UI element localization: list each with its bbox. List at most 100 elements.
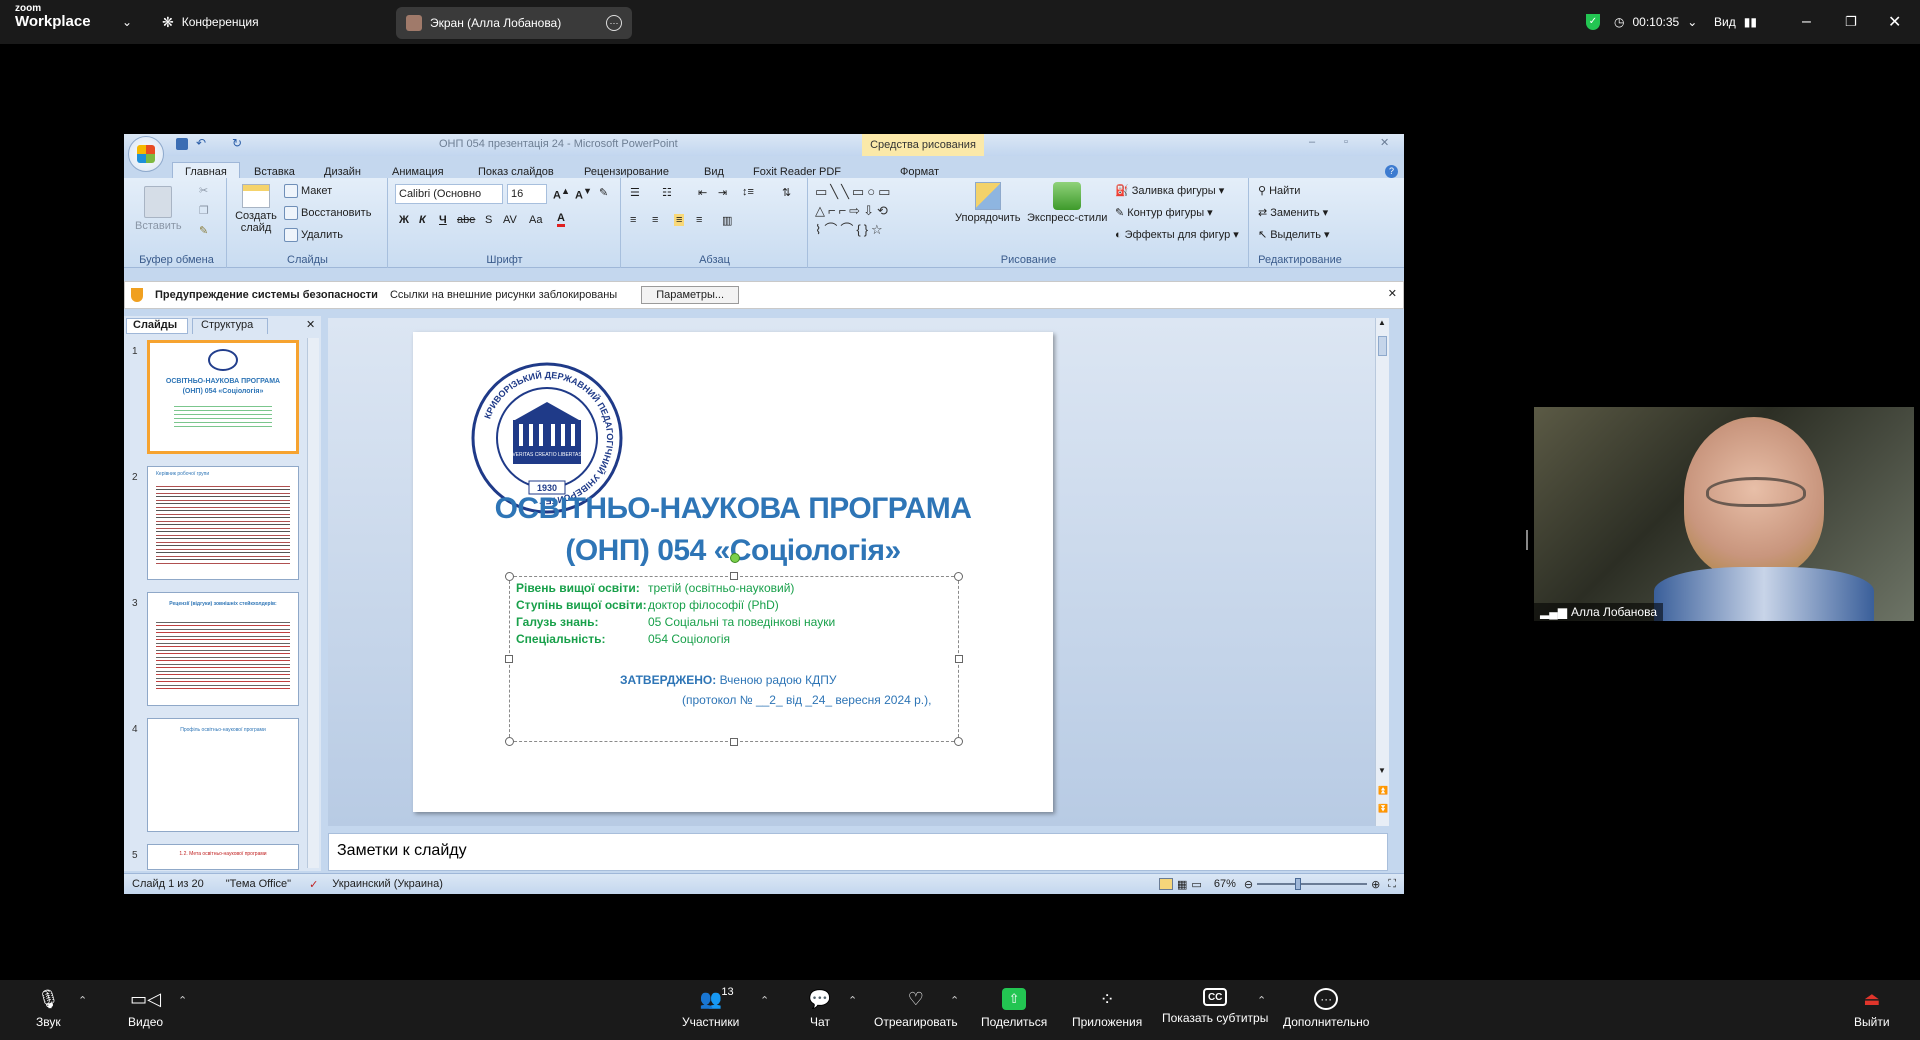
chevron-up-icon[interactable]: ⌃ [848, 994, 857, 1007]
sorter-view-icon[interactable]: ▦ [1177, 878, 1187, 891]
resize-handle[interactable] [954, 572, 963, 581]
view-button[interactable]: Вид ▮▮ [1714, 0, 1757, 44]
close-icon[interactable]: ✕ [1888, 0, 1901, 44]
italic-icon[interactable]: К [419, 214, 426, 226]
meeting-timer[interactable]: ◷ 00:10:35 ⌄ [1614, 0, 1697, 44]
share-button[interactable]: ⇧ Поделиться [981, 988, 1047, 1029]
maximize-icon[interactable]: ▫ [1344, 136, 1348, 148]
tab-slides[interactable]: Слайды [126, 318, 188, 334]
zoom-slider-thumb[interactable] [1295, 878, 1302, 890]
resize-grip[interactable] [1526, 530, 1528, 550]
resize-handle[interactable] [505, 572, 514, 581]
participants-button[interactable]: 👥 13 Участники [682, 986, 739, 1029]
chevron-up-icon[interactable]: ⌃ [178, 994, 187, 1007]
copy-icon[interactable]: ❐ [199, 204, 209, 217]
align-left-icon[interactable]: ≡ [630, 214, 636, 226]
slide-notes-field[interactable]: Заметки к слайду [328, 833, 1388, 871]
spacing-icon[interactable]: AV [503, 214, 517, 226]
clear-format-icon[interactable]: ✎ [599, 186, 608, 199]
layout-button[interactable]: Макет [284, 184, 332, 198]
text-direction-icon[interactable]: ⇅ [782, 186, 791, 199]
options-button[interactable]: Параметры... [641, 286, 740, 304]
columns-icon[interactable]: ▥ [722, 214, 732, 227]
current-slide[interactable]: КРИВОРІЗЬКИЙ ДЕРЖАВНИЙ ПЕДАГОГІЧНИЙ УНІВ… [413, 332, 1053, 812]
close-icon[interactable]: ✕ [1380, 136, 1389, 149]
slide-thumbnail-2[interactable]: Керівник робочої групи [147, 466, 299, 580]
justify-icon[interactable]: ≡ [696, 214, 702, 226]
strikethrough-icon[interactable]: abe [457, 214, 475, 226]
paste-button[interactable]: Вставить [135, 186, 182, 232]
participant-video[interactable]: ▂▄▆ Алла Лобанова [1534, 407, 1914, 621]
help-icon[interactable]: ? [1385, 165, 1398, 178]
close-icon[interactable]: ✕ [306, 318, 315, 331]
prev-slide-icon[interactable]: ⏫ [1378, 786, 1388, 795]
underline-icon[interactable]: Ч [439, 214, 447, 226]
scroll-thumb[interactable] [1378, 336, 1387, 356]
chevron-up-icon[interactable]: ⌃ [950, 994, 959, 1007]
reset-button[interactable]: Восстановить [284, 206, 371, 220]
line-spacing-icon[interactable]: ↕≡ [742, 186, 754, 198]
zoom-out-icon[interactable]: ⊖ [1244, 878, 1253, 891]
captions-button[interactable]: CC Показать субтитры [1162, 988, 1268, 1025]
slide-thumbnail-3[interactable]: Рецензії (відгуки) зовнішніх стейкхолдер… [147, 592, 299, 706]
align-right-icon[interactable]: ≡ [674, 214, 685, 226]
scroll-up-icon[interactable]: ▲ [1378, 318, 1386, 327]
fit-window-icon[interactable]: ⛶ [1388, 878, 1396, 891]
select-button[interactable]: ↖ Выделить ▾ [1258, 228, 1330, 242]
screen-share-pill[interactable]: Экран (Алла Лобанова) ··· [396, 7, 632, 39]
zoom-slider[interactable] [1257, 878, 1368, 890]
shape-fill-button[interactable]: ⛽ Заливка фигуры ▾ [1115, 184, 1224, 198]
shapes-gallery[interactable]: ▭╲╲▭○▭ △⌐⌐⇨⇩⟲ ⌇⌒⌒{}☆ [815, 182, 943, 242]
grow-font-icon[interactable]: A▲ [553, 186, 570, 202]
bullets-icon[interactable]: ☰ [630, 186, 640, 199]
minimize-icon[interactable]: – [1802, 0, 1811, 44]
find-button[interactable]: ⚲ Найти [1258, 184, 1300, 198]
bold-icon[interactable]: Ж [399, 214, 409, 226]
next-slide-icon[interactable]: ⏬ [1378, 804, 1388, 813]
save-icon[interactable] [176, 138, 188, 150]
slide-thumbnail-4[interactable]: Профіль освітньо-наукової програми [147, 718, 299, 832]
redo-icon[interactable]: ↻ [232, 136, 242, 150]
zoom-level[interactable]: 67% [1214, 878, 1236, 890]
quick-styles-button[interactable]: Экспресс-стили [1027, 182, 1107, 224]
apps-button[interactable]: ⁘ Приложения [1072, 988, 1142, 1030]
align-center-icon[interactable]: ≡ [652, 214, 658, 226]
shape-outline-button[interactable]: ✎ Контур фигуры ▾ [1115, 206, 1213, 220]
audio-button[interactable]: 🎙 Звук [36, 988, 61, 1030]
chevron-down-icon[interactable]: ⌄ [122, 0, 132, 44]
scroll-down-icon[interactable]: ▼ [1378, 766, 1386, 775]
vertical-scrollbar[interactable]: ▲ ▼ ⏫ ⏬ [1375, 318, 1389, 826]
slide-thumbnail-1[interactable]: ОСВІТНЬО-НАУКОВА ПРОГРАМА (ОНП) 054 «Соц… [147, 340, 299, 454]
font-size-select[interactable]: 16 [507, 184, 547, 204]
normal-view-icon[interactable] [1159, 878, 1174, 890]
shadow-icon[interactable]: S [485, 214, 492, 226]
more-button[interactable]: ··· Дополнительно [1283, 988, 1369, 1029]
restore-icon[interactable]: ❐ [1845, 0, 1857, 44]
increase-indent-icon[interactable]: ⇥ [718, 186, 727, 199]
arrange-button[interactable]: Упорядочить [955, 182, 1020, 224]
resize-handle[interactable] [730, 738, 738, 746]
close-icon[interactable]: ✕ [1388, 287, 1397, 300]
minimize-icon[interactable]: – [1309, 136, 1315, 148]
shield-check-icon[interactable]: ✓ [1586, 0, 1600, 44]
react-button[interactable]: ♡ Отреагировать [874, 988, 958, 1030]
video-button[interactable]: ▭◁ Видео [128, 988, 163, 1030]
case-icon[interactable]: Aa [529, 214, 542, 226]
shape-effects-button[interactable]: ◐ Эффекты для фигур ▾ [1115, 228, 1239, 242]
numbering-icon[interactable]: ☷ [662, 186, 672, 199]
resize-handle[interactable] [505, 655, 513, 663]
delete-slide-button[interactable]: Удалить [284, 228, 343, 242]
chat-button[interactable]: 💬 Чат [808, 988, 832, 1030]
conference-button[interactable]: ❋ Конференция [162, 0, 259, 44]
new-slide-button[interactable]: Создать слайд [234, 184, 278, 234]
resize-handle[interactable] [954, 737, 963, 746]
text-box-selected[interactable]: Рівень вищої освіти: третій (освітньо-нау… [505, 553, 963, 746]
format-painter-icon[interactable]: ✎ [199, 224, 208, 237]
decrease-indent-icon[interactable]: ⇤ [698, 186, 707, 199]
thumbnail-scrollbar[interactable] [307, 338, 319, 868]
resize-handle[interactable] [955, 655, 963, 663]
zoom-in-icon[interactable]: ⊕ [1371, 878, 1380, 891]
more-options-icon[interactable]: ··· [606, 15, 622, 31]
undo-icon[interactable]: ↶ [196, 136, 206, 150]
resize-handle[interactable] [505, 737, 514, 746]
